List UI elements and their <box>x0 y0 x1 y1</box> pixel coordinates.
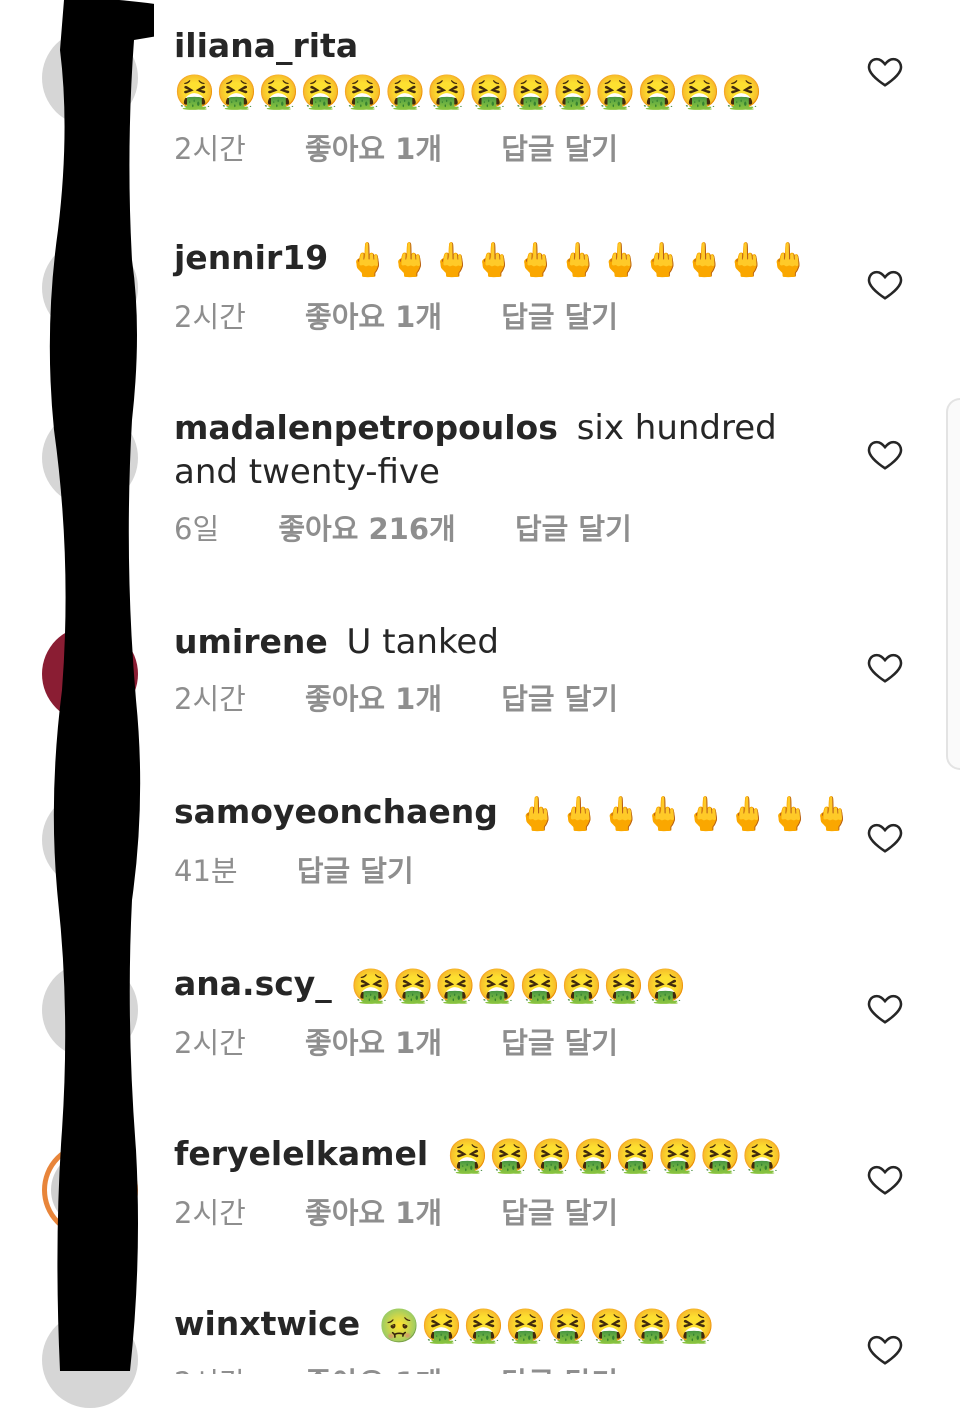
comment-time: 2시간 <box>174 1366 246 1374</box>
comment-username[interactable]: iliana_rita <box>174 26 358 65</box>
like-heart-icon[interactable] <box>866 1160 904 1198</box>
comment-likes[interactable]: 좋아요 1개 <box>305 682 442 716</box>
comment-time: 6일 <box>174 512 220 546</box>
comment-username[interactable]: jennir19 <box>174 238 328 277</box>
like-heart-icon[interactable] <box>866 818 904 856</box>
comment-likes[interactable]: 좋아요 1개 <box>305 300 442 334</box>
like-heart-icon[interactable] <box>866 265 904 303</box>
reply-button[interactable]: 답글 달기 <box>501 682 618 716</box>
comment-emojis: 🖕🖕🖕🖕🖕🖕🖕🖕🖕🖕🖕 <box>347 240 810 279</box>
reply-button[interactable]: 답글 달기 <box>515 512 632 546</box>
comment-meta: 2시간 좋아요 1개 답글 달기 <box>174 1190 824 1232</box>
comment-username[interactable]: samoyeonchaeng <box>174 792 498 831</box>
comment-time: 41분 <box>174 854 238 888</box>
comment-time: 2시간 <box>174 1196 246 1230</box>
reply-button[interactable]: 답글 달기 <box>297 854 414 888</box>
comment-emojis: 🤮🤮🤮🤮🤮🤮🤮🤮🤮🤮🤮🤮🤮🤮 <box>174 72 764 111</box>
comment-meta: 2시간 좋아요 1개 답글 달기 <box>174 126 824 168</box>
comment-emojis: 🤢🤮🤮🤮🤮🤮🤮🤮 <box>378 1306 716 1345</box>
avatar[interactable] <box>42 30 138 126</box>
reply-button[interactable]: 답글 달기 <box>501 300 618 334</box>
reply-button[interactable]: 답글 달기 <box>501 1366 618 1374</box>
comment-meta: 2시간 좋아요 1개 답글 달기 <box>174 1360 824 1374</box>
comment-likes[interactable]: 좋아요 1개 <box>305 132 442 166</box>
comment-likes[interactable]: 좋아요 1개 <box>305 1196 442 1230</box>
avatar[interactable] <box>42 1142 138 1238</box>
avatar[interactable] <box>42 410 138 506</box>
like-heart-icon[interactable] <box>866 52 904 90</box>
reply-button[interactable]: 답글 달기 <box>501 1026 618 1060</box>
reply-button[interactable]: 답글 달기 <box>501 132 618 166</box>
comment-username[interactable]: umirene <box>174 622 328 661</box>
comment-time: 2시간 <box>174 132 246 166</box>
comment-username[interactable]: madalenpetropoulos <box>174 408 558 447</box>
comment-time: 2시간 <box>174 300 246 334</box>
comment-username[interactable]: feryelelkamel <box>174 1134 428 1173</box>
comment-meta: 2시간 좋아요 1개 답글 달기 <box>174 676 824 718</box>
comment-time: 2시간 <box>174 1026 246 1060</box>
comment-text: U tanked <box>346 622 499 662</box>
avatar[interactable] <box>42 626 138 722</box>
comment-username[interactable]: ana.scy_ <box>174 964 332 1003</box>
comment-meta: 2시간 좋아요 1개 답글 달기 <box>174 1020 824 1062</box>
comment-emojis: 🤮🤮🤮🤮🤮🤮🤮🤮 <box>447 1136 784 1175</box>
like-heart-icon[interactable] <box>866 435 904 473</box>
comment-emojis: 🤮🤮🤮🤮🤮🤮🤮🤮 <box>350 966 688 1005</box>
avatar[interactable] <box>42 240 138 336</box>
comment-meta: 6일 좋아요 216개 답글 달기 <box>174 506 824 548</box>
comment-username[interactable]: winxtwice <box>174 1304 360 1343</box>
like-heart-icon[interactable] <box>866 648 904 686</box>
comment-likes[interactable]: 좋아요 1개 <box>305 1026 442 1060</box>
avatar[interactable] <box>42 792 138 888</box>
like-heart-icon[interactable] <box>866 1330 904 1368</box>
comment-likes[interactable]: 좋아요 216개 <box>278 512 455 546</box>
comment-emojis: 🖕🖕🖕🖕🖕🖕🖕🖕 <box>516 794 854 833</box>
comment-meta: 2시간 좋아요 1개 답글 달기 <box>174 294 824 336</box>
like-heart-icon[interactable] <box>866 989 904 1027</box>
comment-time: 2시간 <box>174 682 246 716</box>
comment-meta: 41분 답글 달기 <box>174 848 824 890</box>
reply-button[interactable]: 답글 달기 <box>501 1196 618 1230</box>
comment-likes[interactable]: 좋아요 1개 <box>305 1366 442 1374</box>
avatar[interactable] <box>42 1312 138 1408</box>
avatar[interactable] <box>42 962 138 1058</box>
scroll-handle[interactable] <box>946 398 960 770</box>
